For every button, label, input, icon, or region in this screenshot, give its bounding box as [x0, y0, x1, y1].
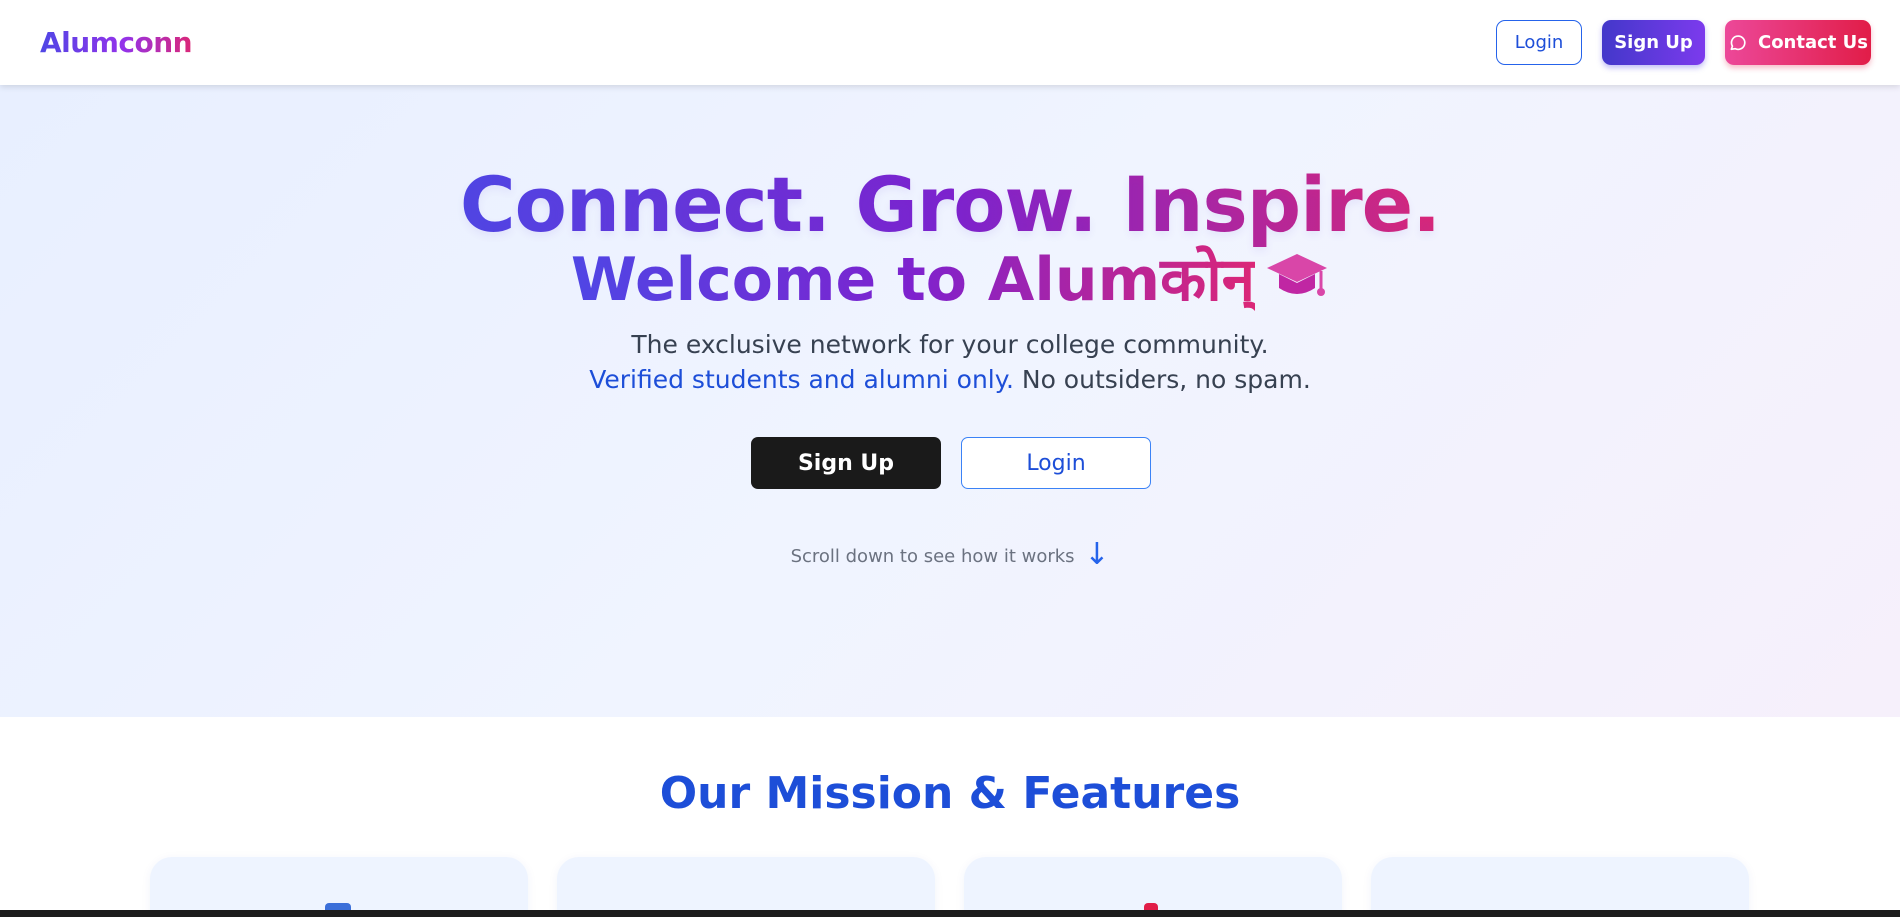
- hero-signup-button[interactable]: Sign Up: [751, 437, 941, 489]
- feature-card[interactable]: [1371, 857, 1749, 917]
- chat-bubble-icon: [1730, 34, 1746, 50]
- scroll-hint[interactable]: Scroll down to see how it works ↓: [0, 537, 1900, 572]
- tagline-line2: Verified students and alumni only. No ou…: [0, 363, 1900, 397]
- graduation-cap-icon: [1267, 254, 1328, 296]
- contact-us-button[interactable]: Contact Us: [1725, 20, 1871, 65]
- arrow-down-icon: ↓: [1084, 537, 1110, 572]
- tagline-highlight: Verified students and alumni only.: [589, 365, 1014, 394]
- bottom-edge: [0, 910, 1900, 917]
- logo[interactable]: Alumconn: [40, 26, 193, 59]
- mission-title: Our Mission & Features: [659, 768, 1241, 819]
- feature-card[interactable]: [150, 857, 528, 917]
- nav-signup-button[interactable]: Sign Up: [1602, 20, 1705, 65]
- feature-card[interactable]: [557, 857, 935, 917]
- hero-subtitle-text: Welcome to Alumकोन्: [570, 245, 1256, 315]
- nav-login-button[interactable]: Login: [1496, 20, 1582, 65]
- top-navbar: Alumconn Login Sign Up Contact Us: [0, 0, 1900, 85]
- tagline-rest: No outsiders, no spam.: [1013, 365, 1311, 394]
- hero-subtitle: Welcome to Alumकोन्: [0, 242, 1900, 318]
- hero-section: Connect. Grow. Inspire. Welcome to Alumक…: [0, 85, 1900, 717]
- contact-us-label: Contact Us: [1757, 32, 1868, 53]
- feature-card[interactable]: [964, 857, 1342, 917]
- hero-title-text: Connect. Grow. Inspire.: [459, 160, 1441, 249]
- tagline-line1: The exclusive network for your college c…: [631, 330, 1269, 359]
- hero-login-button[interactable]: Login: [961, 437, 1151, 489]
- scroll-hint-text: Scroll down to see how it works: [790, 546, 1075, 567]
- hero-title: Connect. Grow. Inspire.: [0, 160, 1900, 250]
